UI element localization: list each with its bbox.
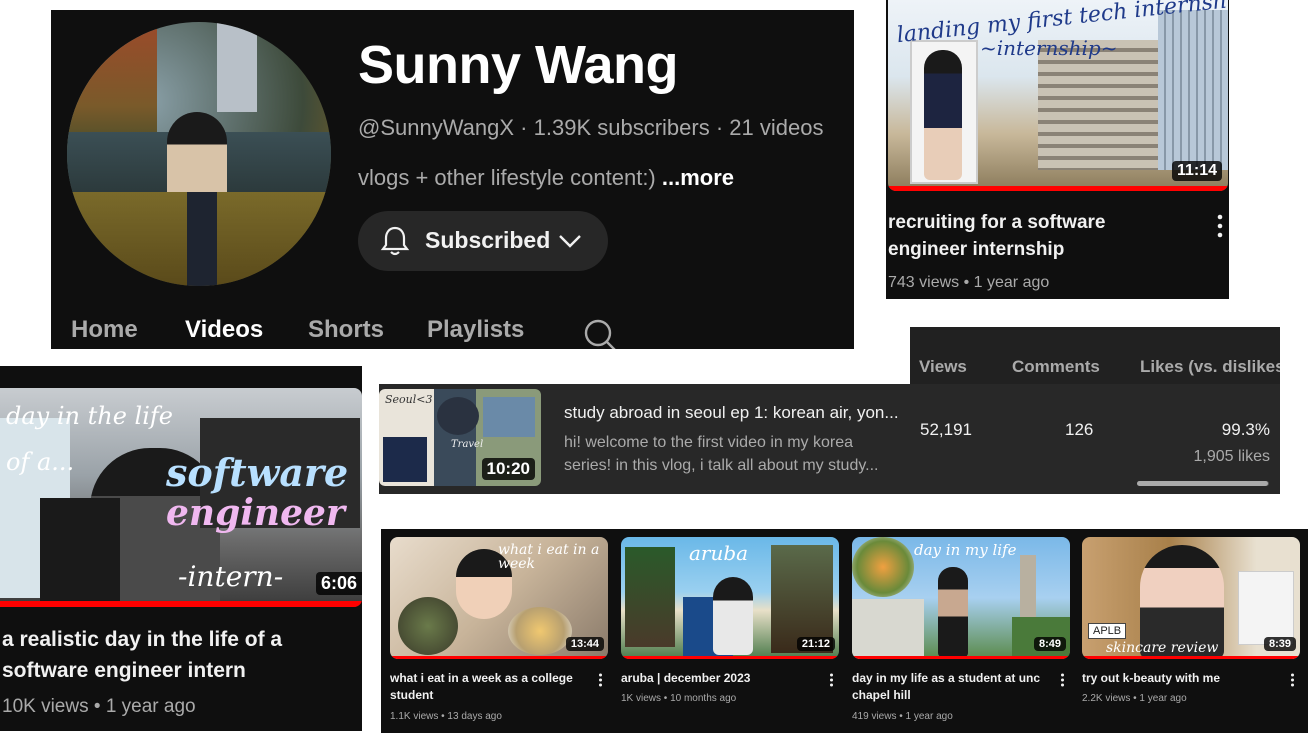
channel-stats: @SunnyWangX · 1.39K subscribers · 21 vid…	[358, 115, 824, 140]
video-meta: 743 views • 1 year ago	[888, 274, 1050, 291]
video-duration: 11:14	[1171, 161, 1222, 181]
video-count: 21 videos	[729, 115, 824, 140]
view-count: 10K views	[2, 696, 89, 717]
channel-name: Sunny Wang	[358, 35, 678, 95]
channel-handle[interactable]: @SunnyWangX	[358, 115, 514, 140]
video-grid: what i eat in a week 13:44 what i eat in…	[381, 529, 1308, 733]
thumbnail-text: skincare review	[1106, 640, 1219, 656]
column-views[interactable]: Views	[919, 357, 967, 377]
video-thumbnail[interactable]: aruba 21:12	[621, 537, 839, 659]
video-thumbnail[interactable]: what i eat in a week 13:44	[390, 537, 608, 659]
comments-value: 126	[1065, 420, 1094, 439]
more-vert-icon[interactable]	[1060, 673, 1065, 687]
tab-videos[interactable]: Videos	[185, 316, 263, 344]
watch-progress	[852, 656, 1070, 659]
thumbnail-line-4: engineer	[166, 492, 345, 534]
video-meta: 2.2K views • 1 year ago	[1082, 693, 1187, 704]
video-duration: 8:39	[1263, 637, 1296, 651]
watch-progress	[888, 186, 1228, 191]
thumbnail-subtext: Travel	[451, 439, 484, 450]
featured-video-card[interactable]: landing my first tech internship ~intern…	[886, 0, 1229, 299]
video-meta: 419 views • 1 year ago	[852, 711, 953, 722]
subscribed-label: Subscribed	[425, 227, 551, 253]
brand-badge: APLB	[1088, 623, 1127, 639]
analytics-header: Views Comments Likes (vs. dislikes	[910, 327, 1280, 384]
view-count: 743 views	[888, 274, 960, 291]
video-thumbnail[interactable]: Seoul<3 Travel 10:20	[379, 389, 541, 486]
watch-progress	[1082, 656, 1300, 659]
likes-ratio-bar	[1137, 481, 1269, 486]
video-title[interactable]: day in my life as a student at unc chape…	[852, 670, 1052, 704]
video-thumbnail[interactable]: landing my first tech internship ~intern…	[888, 0, 1228, 191]
more-vert-icon[interactable]	[598, 673, 603, 687]
day-in-life-card[interactable]: day in the life of a... software enginee…	[0, 366, 362, 731]
video-duration: 8:49	[1033, 637, 1066, 651]
watch-progress	[390, 656, 608, 659]
thumbnail-line-3: software	[166, 450, 349, 495]
thumbnail-line-2: of a...	[6, 448, 75, 476]
video-title[interactable]: try out k-beauty with me	[1082, 670, 1282, 687]
channel-header: Sunny Wang @SunnyWangX · 1.39K subscribe…	[51, 10, 854, 349]
more-link[interactable]: ...more	[662, 165, 734, 190]
chevron-down-icon	[558, 233, 582, 249]
video-title[interactable]: a realistic day in the life of a softwar…	[2, 624, 282, 686]
thumbnail-text: what i eat in a week	[498, 542, 600, 572]
thumbnail-text: Seoul<3	[385, 393, 433, 406]
video-description: hi! welcome to the first video in my kor…	[564, 434, 879, 474]
video-duration: 10:20	[481, 458, 535, 480]
video-meta: 1.1K views • 13 days ago	[390, 711, 502, 722]
video-title[interactable]: recruiting for a software engineer inter…	[888, 209, 1188, 263]
more-vert-icon[interactable]	[1216, 214, 1224, 238]
watch-progress	[621, 656, 839, 659]
analytics-row[interactable]: Seoul<3 Travel 10:20 study abroad in seo…	[379, 384, 1280, 494]
thumbnail-text: day in my life	[914, 541, 1017, 559]
video-thumbnail[interactable]: day in my life 8:49	[852, 537, 1070, 659]
watch-progress	[0, 601, 362, 607]
thumbnail-text: aruba	[689, 541, 749, 565]
video-card[interactable]: APLB skincare review 8:39 try out k-beau…	[1082, 537, 1300, 731]
subscriber-count: 1.39K subscribers	[533, 115, 710, 140]
upload-age: 1 year ago	[973, 274, 1050, 291]
more-vert-icon[interactable]	[1290, 673, 1295, 687]
video-title[interactable]: what i eat in a week as a college studen…	[390, 670, 590, 704]
video-duration: 21:12	[796, 637, 835, 651]
video-duration: 6:06	[315, 572, 362, 595]
upload-age: 1 year ago	[105, 696, 196, 717]
thumbnail-line-1: day in the life	[6, 402, 173, 430]
video-card[interactable]: aruba 21:12 aruba | december 2023 1K vie…	[621, 537, 839, 731]
tab-shorts[interactable]: Shorts	[308, 316, 384, 344]
more-vert-icon[interactable]	[829, 673, 834, 687]
likes-percent: 99.3%	[1221, 420, 1270, 439]
bell-icon	[380, 225, 410, 257]
video-meta: 1K views • 10 months ago	[621, 693, 737, 704]
column-comments[interactable]: Comments	[1012, 357, 1100, 377]
thumbnail-line-5: -intern-	[178, 560, 284, 593]
video-duration: 13:44	[565, 637, 604, 651]
video-title[interactable]: aruba | december 2023	[621, 670, 821, 687]
channel-description[interactable]: vlogs + other lifestyle content:) ...mor…	[358, 165, 734, 191]
column-likes[interactable]: Likes (vs. dislikes	[1140, 357, 1280, 377]
tab-playlists[interactable]: Playlists	[427, 316, 524, 344]
channel-avatar[interactable]	[67, 22, 331, 286]
subscribed-button[interactable]: Subscribed	[358, 211, 608, 271]
tab-home[interactable]: Home	[71, 316, 138, 344]
thumbnail-subtext: ~internship~	[980, 36, 1118, 60]
video-title[interactable]: study abroad in seoul ep 1: korean air, …	[564, 403, 899, 423]
video-card[interactable]: day in my life 8:49 day in my life as a …	[852, 537, 1070, 731]
video-thumbnail[interactable]: APLB skincare review 8:39	[1082, 537, 1300, 659]
video-meta: 10K views • 1 year ago	[2, 696, 196, 717]
views-value: 52,191	[920, 420, 972, 439]
likes-count: 1,905 likes	[1193, 448, 1271, 465]
video-thumbnail[interactable]: day in the life of a... software enginee…	[0, 388, 362, 607]
likes-ratio-fill	[1137, 481, 1269, 486]
search-icon[interactable]	[583, 318, 617, 349]
video-card[interactable]: what i eat in a week 13:44 what i eat in…	[390, 537, 608, 731]
